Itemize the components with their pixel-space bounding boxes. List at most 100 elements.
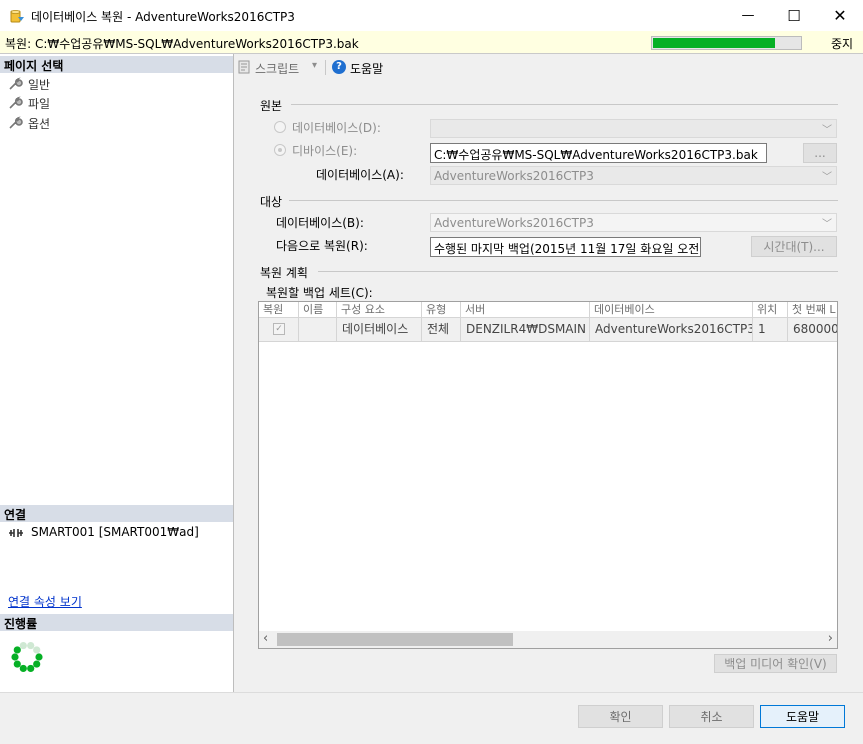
- select-page-header: 페이지 선택: [0, 56, 233, 73]
- wrench-icon: [9, 77, 23, 90]
- progress-header-label: 진행률: [4, 617, 38, 631]
- source-device-path-value: C:₩수업공유₩MS-SQL₩AdventureWorks2016CTP3.ba…: [434, 148, 758, 162]
- script-button[interactable]: 스크립트: [255, 60, 299, 77]
- column-header-first-lsn[interactable]: 첫 번째 L: [788, 302, 837, 318]
- spinner-segment: [35, 653, 43, 661]
- window-title: 데이터베이스 복원 - AdventureWorks2016CTP3: [31, 10, 295, 24]
- select-page-header-label: 페이지 선택: [4, 59, 64, 73]
- left-pane: 페이지 선택 일반 파일 옵션 연결 SMART001 [SMART001₩ad…: [0, 54, 234, 692]
- spinner-segment: [19, 641, 27, 650]
- column-header-component[interactable]: 구성 요소: [337, 302, 422, 318]
- source-group-label: 원본: [260, 99, 283, 113]
- close-icon: ✕: [833, 6, 847, 25]
- spinner-segment: [13, 646, 21, 654]
- help-icon: ?: [332, 60, 346, 74]
- spinner-segment: [13, 660, 21, 668]
- page-item-options[interactable]: 옵션: [7, 114, 50, 132]
- column-header-database[interactable]: 데이터베이스: [590, 302, 753, 318]
- source-device-path-field[interactable]: C:₩수업공유₩MS-SQL₩AdventureWorks2016CTP3.ba…: [430, 143, 767, 163]
- column-header-position[interactable]: 위치: [753, 302, 788, 318]
- destination-database-value: AdventureWorks2016CTP3: [434, 216, 594, 230]
- column-header-type[interactable]: 유형: [422, 302, 461, 318]
- page-item-label: 파일: [28, 96, 51, 111]
- source-group-line: [291, 104, 838, 105]
- restore-to-label: 다음으로 복원(R):: [276, 239, 368, 253]
- maximize-button[interactable]: ☐: [771, 0, 817, 31]
- ok-button[interactable]: 확인: [578, 705, 663, 728]
- spinner-segment: [33, 660, 41, 668]
- restore-plan-group-label: 복원 계획: [260, 266, 308, 280]
- chevron-down-icon: ﹀: [822, 125, 832, 136]
- spinner-segment: [33, 646, 41, 654]
- row-name-cell: [299, 318, 337, 342]
- spinner-segment: [19, 664, 27, 673]
- connection-header: 연결: [0, 505, 233, 522]
- column-header-restore[interactable]: 복원: [259, 302, 299, 318]
- scroll-left-arrow-icon[interactable]: ‹: [263, 631, 268, 646]
- row-database-cell: AdventureWorks2016CTP3: [590, 318, 753, 342]
- toolbar-help-button[interactable]: 도움말: [350, 60, 383, 77]
- page-item-files[interactable]: 파일: [7, 94, 50, 112]
- script-icon: [238, 60, 250, 74]
- destination-group-line: [289, 200, 838, 201]
- restore-progress-fill: [653, 38, 775, 48]
- horizontal-scrollbar[interactable]: ‹ ›: [259, 631, 837, 648]
- source-database-radio-label: 데이터베이스(D):: [292, 121, 381, 135]
- minimize-button[interactable]: —: [725, 0, 771, 31]
- verify-backup-media-button[interactable]: 백업 미디어 확인(V): [714, 654, 837, 673]
- restore-to-field[interactable]: 수행된 마지막 백업(2015년 11월 17일 화요일 오전: [430, 237, 701, 257]
- scrollbar-thumb[interactable]: [277, 633, 513, 646]
- backup-sets-label: 복원할 백업 세트(C):: [266, 286, 373, 300]
- backup-sets-grid[interactable]: 복원 이름 구성 요소 유형 서버 데이터베이스 위치 첫 번째 L ✓ 데이터…: [258, 301, 838, 649]
- restore-plan-group-line: [318, 271, 838, 272]
- view-connection-properties-link[interactable]: 연결 속성 보기: [8, 593, 82, 610]
- progress-header: 진행률: [0, 614, 233, 631]
- wrench-icon: [9, 96, 23, 109]
- chevron-down-icon: ﹀: [822, 172, 832, 183]
- spinner-segment: [27, 664, 35, 673]
- restore-checkbox[interactable]: ✓: [273, 323, 285, 335]
- wrench-icon: [9, 116, 23, 129]
- connection-header-label: 연결: [4, 508, 27, 522]
- column-header-name[interactable]: 이름: [299, 302, 337, 318]
- row-first-lsn-cell: 68000000: [788, 318, 837, 342]
- column-header-server[interactable]: 서버: [461, 302, 590, 318]
- source-database-select[interactable]: AdventureWorks2016CTP3 ﹀: [430, 166, 837, 185]
- row-position-cell: 1: [753, 318, 788, 342]
- restore-to-value: 수행된 마지막 백업(2015년 11월 17일 화요일 오전: [434, 242, 700, 256]
- progress-spinner-icon: [11, 641, 43, 673]
- source-device-radio-label: 디바이스(E):: [292, 144, 358, 158]
- source-device-radio[interactable]: [274, 144, 286, 156]
- connection-plug-icon: [9, 529, 23, 537]
- source-database-radio[interactable]: [274, 121, 286, 133]
- footer-help-button[interactable]: 도움말: [760, 705, 845, 728]
- page-item-label: 옵션: [28, 116, 51, 131]
- destination-database-select[interactable]: AdventureWorks2016CTP3 ﹀: [430, 213, 837, 232]
- row-type-cell: 전체: [422, 318, 461, 342]
- toolbar-separator: [325, 60, 326, 75]
- script-dropdown-icon[interactable]: ▾: [312, 60, 317, 71]
- spinner-segment: [27, 641, 35, 650]
- row-server-cell: DENZILR4₩DSMAIN: [461, 318, 590, 342]
- source-database-label: 데이터베이스(A):: [316, 168, 404, 182]
- row-restore-cell[interactable]: ✓: [259, 318, 299, 342]
- minimize-icon: —: [741, 8, 755, 23]
- source-database-combo[interactable]: ﹀: [430, 119, 837, 138]
- destination-group-label: 대상: [260, 195, 283, 209]
- scroll-right-arrow-icon[interactable]: ›: [828, 631, 833, 646]
- spinner-segment: [11, 653, 19, 661]
- restore-database-icon: [10, 10, 24, 23]
- page-item-general[interactable]: 일반: [7, 75, 50, 93]
- row-component-cell: 데이터베이스: [337, 318, 422, 342]
- toolbar: 스크립트 ▾ ? 도움말: [234, 54, 862, 80]
- cancel-button[interactable]: 취소: [669, 705, 754, 728]
- source-database-value: AdventureWorks2016CTP3: [434, 169, 594, 183]
- page-item-label: 일반: [28, 77, 51, 92]
- restore-progress-bar: [651, 36, 802, 50]
- stop-button[interactable]: 중지: [831, 35, 853, 52]
- browse-device-button[interactable]: ...: [803, 143, 837, 163]
- close-button[interactable]: ✕: [817, 0, 863, 31]
- timeline-button[interactable]: 시간대(T)...: [751, 236, 837, 257]
- title-bar: 데이터베이스 복원 - AdventureWorks2016CTP3 — ☐ ✕: [0, 0, 863, 32]
- status-text: 복원: C:₩수업공유₩MS-SQL₩AdventureWorks2016CTP…: [5, 37, 359, 51]
